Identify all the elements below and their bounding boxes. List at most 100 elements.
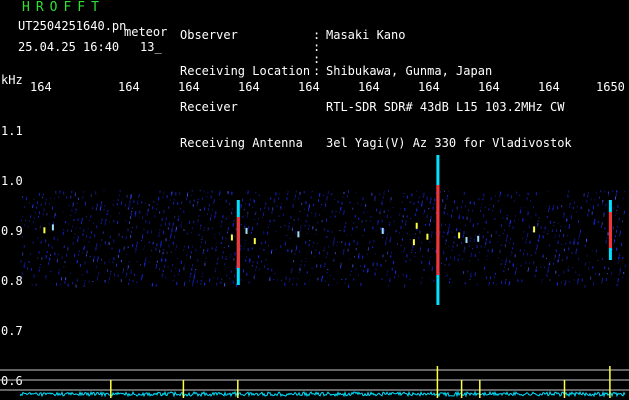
- observer-label: Observer: [180, 28, 238, 42]
- noise-pixel: [199, 227, 201, 230]
- noise-pixel: [372, 246, 374, 249]
- noise-pixel: [322, 195, 324, 197]
- noise-pixel: [621, 243, 623, 247]
- noise-pixel: [253, 199, 255, 202]
- noise-pixel: [127, 228, 129, 232]
- noise-pixel: [88, 241, 90, 243]
- noise-pixel: [31, 268, 32, 271]
- noise-pixel: [514, 219, 515, 222]
- noise-pixel: [110, 235, 111, 238]
- noise-pixel: [520, 207, 522, 209]
- location-label: Receiving Location: [180, 64, 311, 78]
- noise-pixel: [313, 241, 315, 244]
- noise-pixel: [233, 258, 235, 261]
- noise-pixel: [472, 209, 473, 212]
- noise-pixel: [224, 263, 226, 266]
- noise-pixel: [387, 209, 389, 211]
- noise-pixel: [286, 197, 288, 201]
- noise-pixel: [284, 225, 286, 226]
- noise-pixel: [127, 268, 128, 270]
- noise-pixel: [549, 220, 551, 224]
- noise-pixel: [616, 225, 618, 228]
- noise-pixel: [121, 198, 123, 199]
- noise-pixel: [311, 212, 313, 214]
- noise-pixel: [411, 249, 413, 251]
- noise-pixel: [624, 191, 626, 193]
- noise-pixel: [350, 270, 352, 272]
- noise-pixel: [563, 212, 565, 216]
- noise-pixel: [172, 279, 174, 281]
- noise-pixel: [128, 279, 130, 281]
- noise-pixel: [492, 210, 493, 212]
- noise-pixel: [360, 204, 362, 206]
- noise-pixel: [140, 264, 141, 266]
- noise-pixel: [315, 249, 317, 251]
- noise-pixel: [595, 192, 597, 194]
- noise-pixel: [510, 255, 512, 257]
- noise-pixel: [470, 274, 472, 278]
- noise-pixel: [86, 235, 87, 238]
- noise-pixel: [593, 221, 595, 225]
- noise-pixel: [393, 220, 395, 223]
- noise-pixel: [25, 219, 27, 221]
- noise-pixel: [309, 279, 311, 281]
- noise-pixel: [485, 259, 487, 261]
- noise-pixel: [311, 251, 312, 255]
- noise-pixel: [522, 237, 524, 239]
- noise-pixel: [70, 230, 72, 232]
- noise-pixel: [33, 274, 35, 278]
- noise-pixel: [227, 227, 229, 230]
- noise-pixel: [521, 279, 523, 283]
- noise-pixel: [585, 262, 587, 265]
- noise-pixel: [183, 265, 185, 267]
- noise-pixel: [257, 256, 259, 258]
- noise-pixel: [563, 233, 565, 237]
- noise-pixel: [622, 257, 624, 260]
- noise-pixel: [339, 230, 341, 231]
- noise-pixel: [363, 211, 365, 214]
- noise-pixel: [89, 236, 91, 239]
- noise-pixel: [61, 277, 63, 281]
- noise-pixel: [106, 269, 108, 272]
- noise-pixel: [565, 279, 567, 283]
- noise-pixel: [363, 269, 365, 272]
- noise-pixel: [221, 220, 223, 223]
- noise-pixel: [137, 201, 139, 205]
- noise-pixel: [330, 216, 332, 218]
- noise-pixel: [343, 210, 345, 213]
- noise-pixel: [49, 198, 51, 199]
- noise-pixel: [404, 284, 406, 288]
- noise-pixel: [58, 271, 60, 275]
- noise-pixel: [348, 243, 350, 246]
- noise-pixel: [343, 192, 345, 194]
- noise-pixel: [364, 207, 366, 209]
- noise-pixel: [590, 276, 592, 280]
- noise-pixel: [423, 213, 425, 215]
- noise-pixel: [580, 207, 582, 210]
- noise-pixel: [169, 199, 171, 201]
- noise-pixel: [159, 229, 161, 231]
- noise-pixel: [587, 192, 589, 195]
- noise-pixel: [587, 213, 589, 216]
- noise-pixel: [227, 231, 228, 233]
- noise-pixel: [507, 194, 509, 197]
- noise-pixel: [406, 215, 408, 218]
- noise-pixel: [489, 241, 491, 244]
- noise-pixel: [484, 266, 485, 270]
- noise-pixel: [25, 197, 27, 201]
- noise-pixel: [324, 263, 326, 266]
- noise-pixel: [366, 253, 368, 255]
- noise-pixel: [429, 260, 431, 262]
- noise-pixel: [456, 244, 458, 247]
- noise-pixel: [122, 271, 124, 273]
- noise-pixel: [409, 279, 411, 281]
- noise-pixel: [355, 248, 357, 251]
- noise-pixel: [491, 251, 493, 253]
- spectrogram-plot: [0, 155, 629, 398]
- noise-pixel: [79, 264, 81, 267]
- noise-pixel: [379, 211, 381, 215]
- noise-pixel: [505, 281, 506, 285]
- noise-pixel: [50, 253, 51, 256]
- noise-pixel: [578, 239, 579, 241]
- noise-pixel: [179, 192, 181, 195]
